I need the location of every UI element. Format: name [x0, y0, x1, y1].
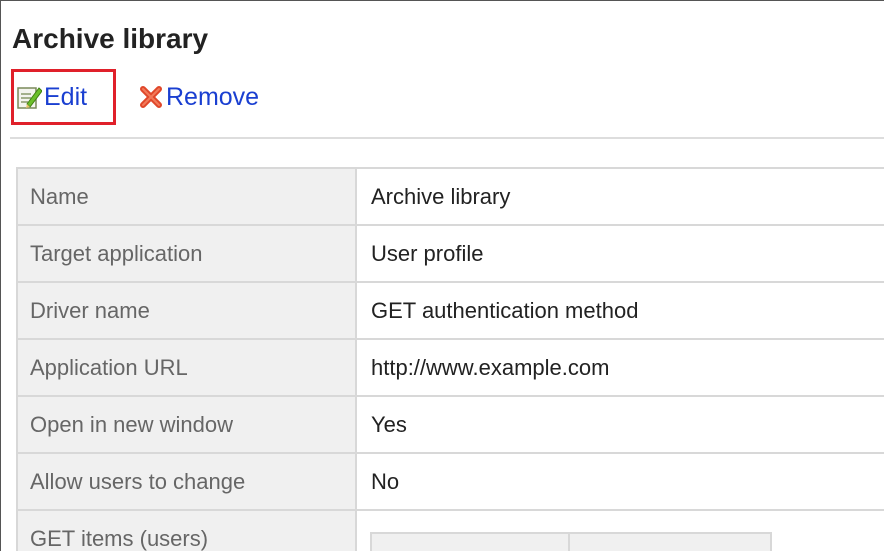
table-row: Target application User profile: [16, 224, 884, 283]
remove-button[interactable]: Remove: [138, 69, 259, 125]
row-label-driver-name: Driver name: [16, 281, 357, 340]
row-value-target-application: User profile: [355, 224, 884, 283]
table-row: Allow users to change No: [16, 452, 884, 511]
remove-label: Remove: [166, 82, 260, 111]
row-value-driver-name: GET authentication method: [355, 281, 884, 340]
edit-button[interactable]: Edit: [11, 69, 116, 125]
table-row: Open in new window Yes: [16, 395, 884, 454]
table-row: Name Archive library: [16, 167, 884, 226]
remove-icon: [138, 84, 164, 110]
toolbar-divider: [10, 137, 884, 139]
subtable-column-divider: [568, 534, 570, 551]
get-items-subtable: [370, 532, 772, 551]
page-title: Archive library: [12, 23, 209, 54]
toolbar: Edit Remove: [11, 69, 881, 129]
row-label-name: Name: [16, 167, 357, 226]
row-value-open-in-new-window: Yes: [355, 395, 884, 454]
edit-label: Edit: [44, 82, 88, 111]
details-table: Name Archive library Target application …: [16, 167, 884, 551]
table-row: Application URL http://www.example.com: [16, 338, 884, 397]
edit-icon: [16, 84, 43, 110]
table-row: Driver name GET authentication method: [16, 281, 884, 340]
archive-library-detail-page: Archive library Edit Remove Name Archive…: [0, 0, 884, 551]
row-label-open-in-new-window: Open in new window: [16, 395, 357, 454]
row-label-get-items-users: GET items (users): [16, 509, 357, 551]
row-label-allow-users-to-change: Allow users to change: [16, 452, 357, 511]
row-label-target-application: Target application: [16, 224, 357, 283]
row-label-application-url: Application URL: [16, 338, 357, 397]
row-value-name: Archive library: [355, 167, 884, 226]
row-value-allow-users-to-change: No: [355, 452, 884, 511]
row-value-application-url: http://www.example.com: [355, 338, 884, 397]
